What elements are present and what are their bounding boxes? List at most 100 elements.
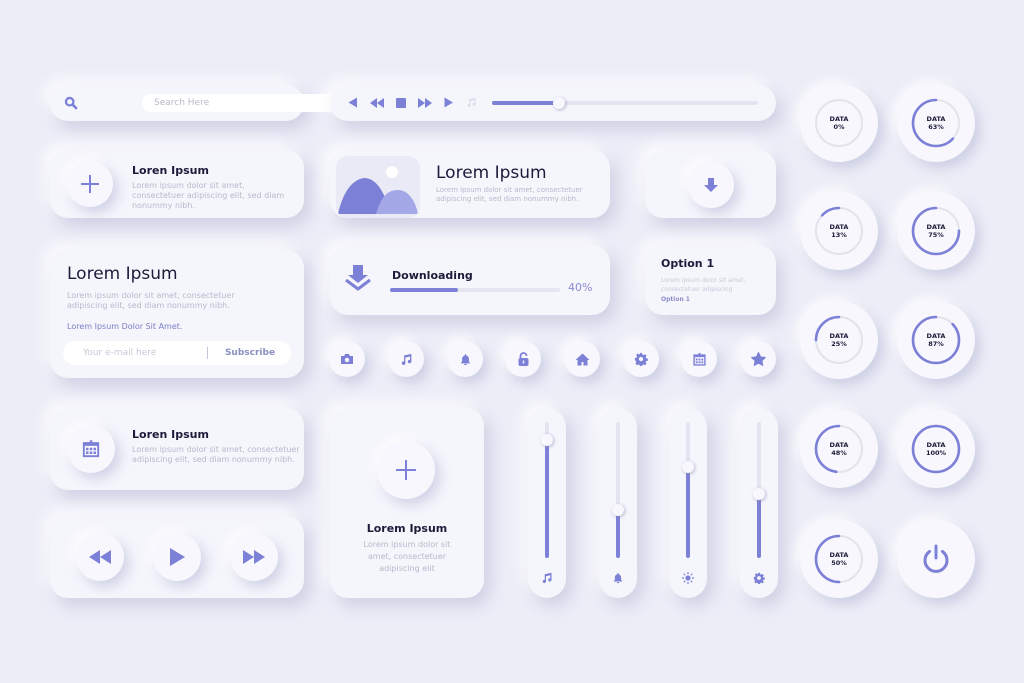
play-button[interactable] xyxy=(153,533,201,581)
slider-track[interactable] xyxy=(753,422,765,558)
rewind-icon[interactable] xyxy=(370,97,384,108)
power-icon xyxy=(923,544,949,573)
data-gauge: DATA 25% xyxy=(800,301,878,379)
card-body: Lorem ipsum dolor sit amet, consectetuer… xyxy=(67,291,235,310)
gear-icon xyxy=(753,572,765,584)
gauge-value: 48% xyxy=(831,449,847,457)
option-link[interactable]: Option 1 xyxy=(661,296,690,303)
card-title: Lorem Ipsum xyxy=(67,264,178,284)
card-title: Lorem Ipsum xyxy=(436,163,547,183)
favorite-button[interactable] xyxy=(740,341,776,377)
slider-knob[interactable] xyxy=(753,488,765,501)
image-icon xyxy=(336,156,420,218)
slider-fill xyxy=(757,494,761,558)
bell-icon xyxy=(459,353,472,366)
play-icon xyxy=(170,548,185,566)
fast-forward-icon xyxy=(243,550,265,564)
add-button[interactable] xyxy=(377,441,435,499)
download-button-card xyxy=(645,150,776,218)
gauge-label: DATA xyxy=(829,551,849,559)
data-gauge: DATA 0% xyxy=(800,84,878,162)
rewind-icon xyxy=(89,550,111,564)
data-gauge: DATA 48% xyxy=(800,410,878,488)
power-button[interactable] xyxy=(897,520,975,598)
add-item-card: Loren Ipsum Lorem ipsum dolor sit amet, … xyxy=(50,150,304,218)
gauge-value: 25% xyxy=(831,340,847,348)
gauge-label: DATA xyxy=(829,332,849,340)
big-add-card: Lorem Ipsum Lorem ipsum dolor sit amet, … xyxy=(330,408,484,598)
camera-icon xyxy=(341,354,353,364)
gauge-value: 0% xyxy=(833,123,845,131)
bell-icon xyxy=(612,572,624,584)
brightness-slider[interactable] xyxy=(669,408,707,598)
slider-track[interactable] xyxy=(541,422,553,558)
music-note-icon xyxy=(400,353,413,366)
gauge-label: DATA xyxy=(829,441,849,449)
settings-button[interactable] xyxy=(623,341,659,377)
fast-forward-button[interactable] xyxy=(230,533,278,581)
stop-icon[interactable] xyxy=(396,97,406,108)
email-field[interactable] xyxy=(83,345,193,361)
download-percent: 40% xyxy=(568,281,593,294)
subscribe-card: Lorem Ipsum Lorem ipsum dolor sit amet, … xyxy=(50,250,304,378)
subscribe-button[interactable]: Subscribe xyxy=(215,345,285,361)
unlock-icon xyxy=(518,351,528,366)
notification-volume-slider[interactable] xyxy=(599,408,637,598)
search-input[interactable] xyxy=(142,94,346,112)
media-player-bar xyxy=(330,85,776,121)
fast-forward-icon[interactable] xyxy=(418,97,432,108)
home-button[interactable] xyxy=(564,341,600,377)
download-button[interactable] xyxy=(688,162,734,208)
gauge-label: DATA xyxy=(926,332,946,340)
add-button[interactable] xyxy=(67,161,113,207)
music-note-icon[interactable] xyxy=(466,97,477,108)
subscribe-link[interactable]: Lorem Ipsum Dolor Sit Amet. xyxy=(67,322,182,331)
gauge-label: DATA xyxy=(829,115,849,123)
data-gauge: DATA 63% xyxy=(897,84,975,162)
home-icon xyxy=(575,353,589,365)
rewind-button[interactable] xyxy=(76,533,124,581)
gauge-value: 13% xyxy=(831,231,847,239)
unlock-button[interactable] xyxy=(505,341,541,377)
option-card[interactable]: Option 1 Lorem ipsum dolor sit amet, con… xyxy=(645,245,776,315)
previous-icon[interactable] xyxy=(348,97,358,108)
play-icon[interactable] xyxy=(444,97,454,108)
gauge-value: 63% xyxy=(928,123,944,131)
music-button[interactable] xyxy=(388,341,424,377)
media-progress-bar[interactable] xyxy=(492,97,758,109)
gauge-label: DATA xyxy=(829,223,849,231)
calendar-button[interactable] xyxy=(67,425,115,473)
star-icon xyxy=(750,352,766,366)
gauge-value: 87% xyxy=(928,340,944,348)
card-body: Lorem ipsum dolor sit amet, consectetuer… xyxy=(363,540,451,573)
media-progress-knob[interactable] xyxy=(552,97,565,109)
gear-icon xyxy=(634,352,648,366)
slider-fill xyxy=(686,466,690,558)
data-gauge: DATA 50% xyxy=(800,520,878,598)
bell-button[interactable] xyxy=(447,341,483,377)
slider-track[interactable] xyxy=(682,422,694,558)
slider-knob[interactable] xyxy=(682,460,694,473)
gauge-value: 100% xyxy=(925,449,947,457)
music-note-icon xyxy=(541,572,553,584)
slider-knob[interactable] xyxy=(541,433,553,446)
slider-knob[interactable] xyxy=(612,504,624,517)
download-progress-bar xyxy=(390,288,560,292)
gauge-value: 75% xyxy=(928,231,944,239)
slider-track[interactable] xyxy=(612,422,624,558)
calendar-card: Loren Ipsum Lorem ipsum dolor sit amet, … xyxy=(50,408,304,490)
option-body: Lorem ipsum dolor sit amet, consectetuer… xyxy=(661,277,746,293)
camera-button[interactable] xyxy=(329,341,365,377)
option-title: Option 1 xyxy=(661,257,715,270)
music-volume-slider[interactable] xyxy=(528,408,566,598)
plus-icon xyxy=(396,460,416,480)
player-controls-card xyxy=(50,516,304,598)
calendar-icon xyxy=(81,439,101,459)
calendar-button[interactable] xyxy=(681,341,717,377)
data-gauge: DATA 100% xyxy=(897,410,975,488)
search-icon[interactable] xyxy=(64,96,78,110)
card-body: Lorem ipsum dolor sit amet, consectetuer… xyxy=(132,445,300,464)
download-tray-icon xyxy=(344,265,372,291)
download-progress-card: Downloading 40% xyxy=(330,245,610,315)
settings-slider[interactable] xyxy=(740,408,778,598)
